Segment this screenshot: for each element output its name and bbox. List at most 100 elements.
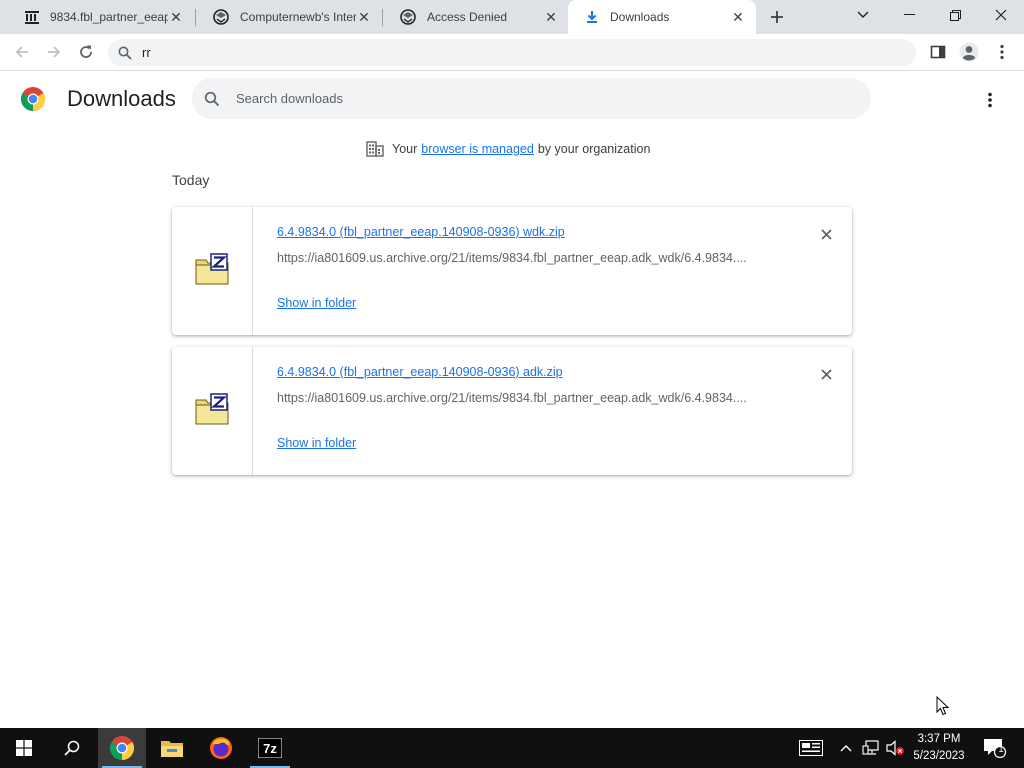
mouse-cursor-icon [936, 696, 950, 716]
remove-download-button[interactable] [817, 365, 835, 383]
download-source-url: https://ia801609.us.archive.org/21/items… [277, 251, 747, 265]
7zip-icon: 7z [258, 738, 282, 758]
tab-downloads[interactable]: Downloads ✕ [568, 0, 756, 34]
firefox-icon [210, 737, 232, 759]
remove-download-button[interactable] [817, 225, 835, 243]
close-icon [820, 368, 832, 380]
close-icon [820, 228, 832, 240]
chrome-icon [110, 736, 134, 760]
clock-time: 3:37 PM [917, 733, 961, 745]
tab-title: Access Denied [427, 10, 508, 24]
search-icon [118, 46, 132, 60]
forward-button[interactable] [41, 39, 67, 65]
new-tab-button[interactable] [764, 4, 790, 30]
tab-archive[interactable]: 9834.fbl_partner_eeap.adk_wdk ✕ [8, 0, 194, 34]
search-downloads[interactable] [192, 78, 871, 119]
chevron-up-icon [840, 745, 852, 752]
tab-title: 9834.fbl_partner_eeap.adk_wdk [50, 10, 168, 24]
tab-search-button[interactable] [840, 0, 886, 30]
volume-muted-icon [886, 740, 904, 756]
search-icon [64, 740, 80, 756]
taskbar-search-button[interactable] [48, 728, 96, 768]
managed-prefix: Your [392, 142, 418, 156]
zip-file-icon [195, 253, 229, 285]
news-icon [799, 740, 823, 756]
download-file-name-link[interactable]: 6.4.9834.0 (fbl_partner_eeap.140908-0936… [277, 365, 563, 379]
reload-icon [80, 45, 92, 58]
show-in-folder-link[interactable]: Show in folder [277, 296, 356, 310]
zip-file-icon [195, 393, 229, 425]
arrow-right-icon [48, 46, 61, 58]
close-window-button[interactable] [978, 0, 1024, 30]
svg-text:7z: 7z [263, 741, 277, 756]
windows-taskbar: 7z 3:37 PM 5/23/2023 1 [0, 728, 1024, 768]
file-explorer-icon [161, 741, 183, 757]
clock-date: 5/23/2023 [913, 750, 965, 762]
tab-computernewb[interactable]: Computernewb's Internet Archive ✕ [196, 0, 382, 34]
network-button[interactable] [861, 738, 881, 758]
search-icon [204, 91, 220, 106]
search-input[interactable] [236, 91, 836, 106]
taskbar-7zip[interactable]: 7z [246, 728, 294, 768]
show-hidden-icons-button[interactable] [836, 738, 856, 758]
more-vert-icon [1000, 44, 1004, 60]
side-panel-icon [930, 45, 946, 59]
windows-logo-icon [16, 740, 32, 756]
computernewb-icon [213, 9, 229, 25]
tab-title: Downloads [610, 10, 670, 24]
news-widget-button[interactable] [799, 738, 823, 758]
plus-icon [771, 11, 783, 23]
download-item: 6.4.9834.0 (fbl_partner_eeap.140908-0936… [172, 347, 852, 475]
action-center-button[interactable]: 1 [983, 738, 1007, 758]
close-icon[interactable]: ✕ [730, 9, 746, 25]
chrome-logo-icon [21, 87, 45, 111]
profile-button[interactable] [956, 39, 982, 65]
start-button[interactable] [0, 728, 48, 768]
network-icon [862, 740, 879, 755]
reload-button[interactable] [73, 39, 99, 65]
avatar-icon [959, 42, 979, 62]
more-vert-icon [988, 92, 992, 108]
browser-toolbar [0, 34, 1024, 71]
section-heading-today: Today [172, 172, 210, 188]
minimize-button[interactable] [886, 0, 932, 30]
close-icon [995, 9, 1007, 21]
computernewb-icon [400, 9, 416, 25]
download-file-name-link[interactable]: 6.4.9834.0 (fbl_partner_eeap.140908-0936… [277, 225, 565, 239]
volume-button[interactable] [885, 738, 905, 758]
download-item: 6.4.9834.0 (fbl_partner_eeap.140908-0936… [172, 207, 852, 335]
side-panel-button[interactable] [925, 39, 951, 65]
taskbar-chrome[interactable] [98, 728, 146, 768]
restore-icon [949, 9, 961, 21]
managed-suffix: by your organization [537, 142, 651, 156]
back-button[interactable] [9, 39, 35, 65]
notification-count-badge: 1 [998, 744, 1004, 754]
show-in-folder-link[interactable]: Show in folder [277, 436, 356, 450]
managed-notice: Your browser is managed by your organiza… [366, 140, 650, 158]
building-icon [366, 141, 384, 157]
tab-title: Computernewb's Internet Archive [240, 10, 356, 24]
address-input[interactable] [142, 45, 842, 60]
close-icon[interactable]: ✕ [356, 9, 372, 25]
close-icon[interactable]: ✕ [168, 9, 184, 25]
close-icon[interactable]: ✕ [543, 9, 559, 25]
taskbar-file-explorer[interactable] [148, 728, 196, 768]
browser-menu-button[interactable] [989, 39, 1015, 65]
taskbar-firefox[interactable] [197, 728, 245, 768]
downloads-header: Downloads [0, 72, 1024, 128]
archive-org-icon [25, 11, 39, 24]
system-clock[interactable]: 3:37 PM 5/23/2023 [908, 731, 970, 765]
downloads-menu-button[interactable] [978, 88, 1002, 112]
arrow-left-icon [15, 46, 28, 58]
restore-button[interactable] [932, 0, 978, 30]
download-icon-column [172, 207, 253, 335]
tab-access-denied[interactable]: Access Denied ✕ [383, 0, 569, 34]
minimize-icon [903, 14, 915, 15]
tab-strip: 9834.fbl_partner_eeap.adk_wdk ✕ Computer… [0, 0, 1024, 34]
page-title: Downloads [67, 86, 176, 111]
download-arrow-icon [587, 11, 597, 23]
download-icon-column [172, 347, 253, 475]
address-bar[interactable] [108, 39, 916, 66]
chevron-down-icon [857, 11, 869, 18]
browser-managed-link[interactable]: browser is managed [421, 142, 534, 156]
